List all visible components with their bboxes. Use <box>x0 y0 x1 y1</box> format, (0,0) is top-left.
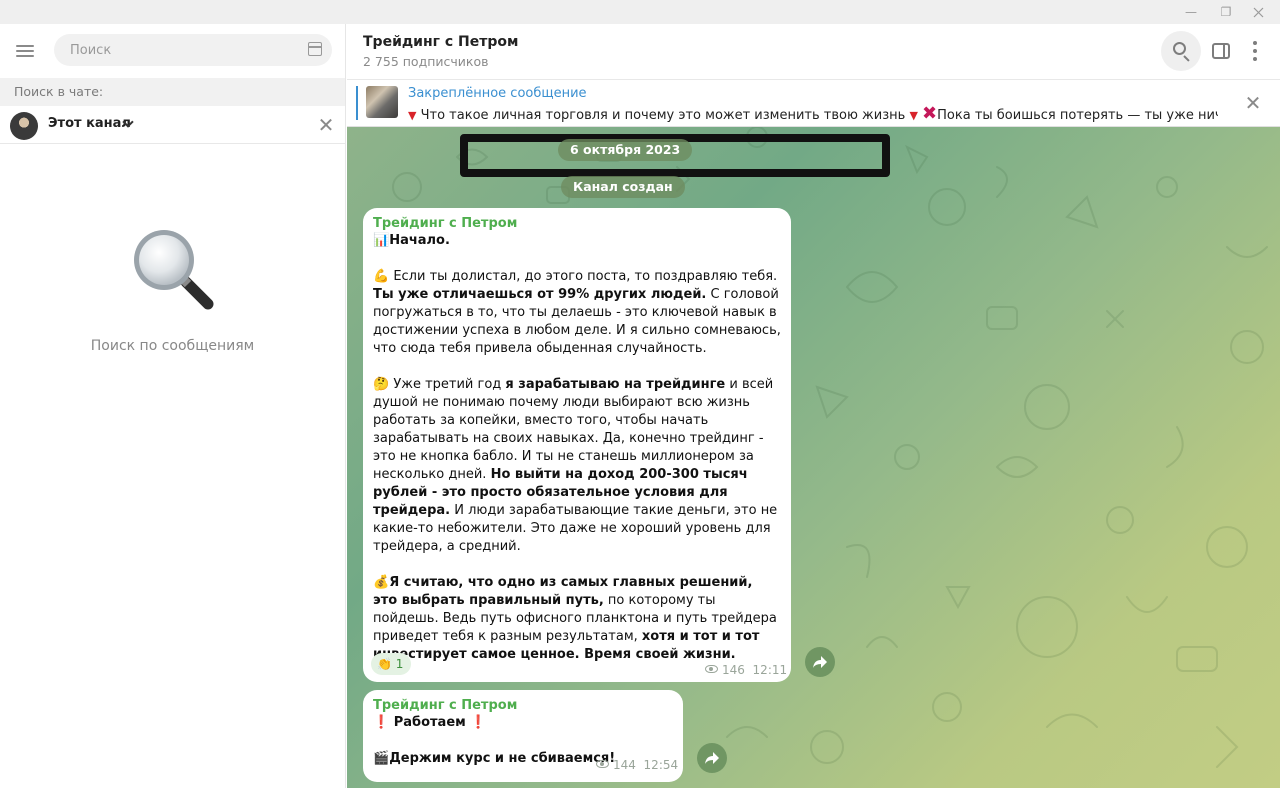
clear-scope-button[interactable]: ✕ <box>316 115 336 135</box>
minimize-button[interactable]: — <box>1176 0 1206 24</box>
search-empty-text: Поиск по сообщениям <box>90 338 255 354</box>
scope-label: Этот канал <box>48 116 131 131</box>
close-pinned-button[interactable]: ✕ <box>1243 93 1263 113</box>
pinned-thumbnail <box>366 86 398 118</box>
message-meta: 146 12:11 <box>705 663 787 677</box>
triangle-down-icon: ▼ <box>909 109 918 122</box>
search-input[interactable] <box>70 34 290 66</box>
pinned-title: Закреплённое сообщение <box>408 86 587 101</box>
message-author[interactable]: Трейдинг с Петром <box>373 698 673 713</box>
thinking-emoji: 🤔 <box>373 377 390 392</box>
message-author[interactable]: Трейдинг с Петром <box>373 216 781 231</box>
cross-mark-icon: ✖ <box>922 103 938 124</box>
eye-icon <box>596 760 609 768</box>
channel-created-label: Канал создан <box>561 176 685 198</box>
subscriber-count: 2 755 подписчиков <box>363 54 489 69</box>
exclamation-emoji: ❗ <box>373 715 390 730</box>
close-icon <box>1253 7 1263 17</box>
left-panel: Поиск в чате: Этот канал ✕ Поиск по сооб… <box>0 24 346 788</box>
muscle-emoji: 💪 <box>373 269 390 284</box>
search-in-chat-label: Поиск в чате: <box>0 78 345 106</box>
forward-button[interactable] <box>805 647 835 677</box>
close-window-button[interactable] <box>1243 0 1273 24</box>
search-icon <box>1173 42 1186 55</box>
pinned-text: ▼ Что такое личная торговля и почему это… <box>408 103 1218 124</box>
exclamation-emoji: ❗ <box>470 715 487 730</box>
message-bubble[interactable]: Трейдинг с Петром ❗ Работаем ❗ 🎬Держим к… <box>363 690 683 782</box>
forward-icon <box>813 656 827 668</box>
clapping-emoji: 👏 <box>377 657 392 671</box>
window-titlebar: — ❐ <box>0 0 1280 24</box>
more-icon[interactable] <box>1252 41 1258 61</box>
forward-icon <box>705 752 719 764</box>
minimize-icon: — <box>1185 5 1197 19</box>
message-time: 12:11 <box>752 663 788 677</box>
menu-button[interactable] <box>16 43 38 59</box>
money-bag-emoji: 💰 <box>373 575 390 590</box>
magnifier-icon <box>134 230 214 310</box>
view-count: 146 <box>722 663 745 677</box>
chart-emoji: 📊 <box>373 233 390 248</box>
side-panel-icon[interactable] <box>1212 43 1230 59</box>
channel-avatar <box>10 112 38 140</box>
reaction-chip[interactable]: 👏 1 <box>371 653 412 675</box>
chat-title: Трейдинг с Петром <box>363 34 519 50</box>
calendar-icon[interactable] <box>308 42 322 56</box>
restore-button[interactable]: ❐ <box>1211 0 1241 24</box>
pin-accent <box>356 86 358 120</box>
chat-search-button[interactable] <box>1161 31 1201 71</box>
eye-icon <box>705 665 718 673</box>
chat-panel: Трейдинг с Петром 2 755 подписчиков Закр… <box>347 24 1280 788</box>
clapperboard-emoji: 🎬 <box>373 751 390 766</box>
message-list[interactable]: 6 октября 2023 Канал создан Трейдинг с П… <box>347 127 1280 788</box>
message-text: 📊Начало. 💪 Если ты долистал, до этого по… <box>373 233 781 662</box>
triangle-down-icon: ▼ <box>408 109 417 122</box>
date-separator: 6 октября 2023 <box>558 139 693 161</box>
search-scope-selector[interactable]: Этот канал ✕ <box>0 106 345 144</box>
pinned-message-bar[interactable]: Закреплённое сообщение ▼ Что такое лична… <box>347 81 1280 127</box>
message-bubble[interactable]: Трейдинг с Петром 📊Начало. 💪 Если ты дол… <box>363 208 791 682</box>
message-meta: 144 12:54 <box>596 758 678 772</box>
forward-button[interactable] <box>697 743 727 773</box>
restore-icon: ❐ <box>1220 5 1232 19</box>
message-time: 12:54 <box>643 758 679 772</box>
view-count: 144 <box>613 758 636 772</box>
reaction-count: 1 <box>395 657 404 671</box>
search-box <box>54 34 332 66</box>
chat-header[interactable]: Трейдинг с Петром 2 755 подписчиков <box>347 24 1280 80</box>
